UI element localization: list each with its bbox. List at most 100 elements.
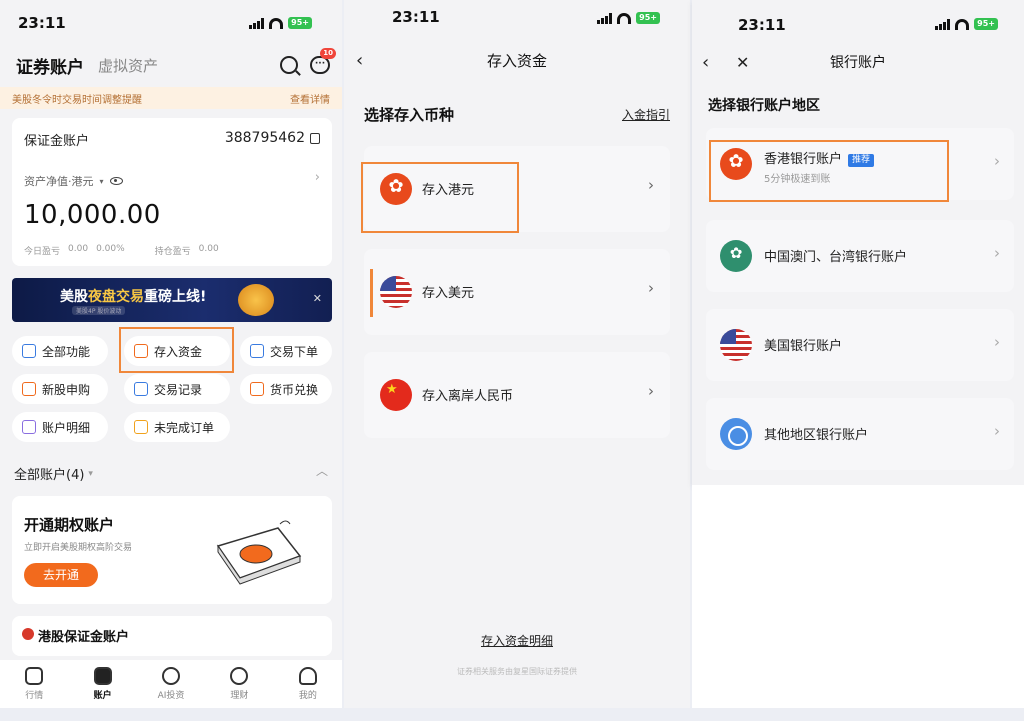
- wifi-icon: [617, 12, 632, 24]
- net-asset-value: 10,000.00: [24, 200, 161, 230]
- close-icon[interactable]: ✕: [313, 292, 322, 305]
- close-icon[interactable]: ✕: [736, 52, 749, 74]
- eye-icon[interactable]: [109, 177, 123, 185]
- all-accounts-toggle[interactable]: 全部账户(4) ▾: [14, 464, 93, 483]
- fn-trade[interactable]: 交易下单: [240, 336, 332, 366]
- currency-label: 存入离岸人民币: [422, 389, 514, 404]
- banner-title: 美股夜盘交易重磅上线!: [60, 286, 206, 306]
- currency-row-usd[interactable]: 存入美元 ›: [364, 249, 670, 335]
- today-pnl-value: 0.00: [68, 244, 89, 254]
- ipo-icon: [22, 382, 36, 396]
- trade-icon: [250, 344, 264, 358]
- copy-icon[interactable]: [310, 132, 320, 144]
- today-pnl-pct: 0.00%: [96, 244, 125, 254]
- deposit-highlight: [119, 327, 234, 373]
- back-arrow-icon[interactable]: ‹: [702, 52, 709, 74]
- notice-text: 美股冬令时交易时间调整提醒: [12, 94, 142, 106]
- fn-label: 货币兑换: [270, 382, 319, 397]
- tab-ai-invest[interactable]: AI投资: [137, 660, 205, 708]
- deposit-screen: 23:11 95+ ‹ 存入资金 选择存入币种 入金指引 存入港元 › 存入美元…: [344, 0, 690, 708]
- fn-exchange[interactable]: 货币兑换: [240, 374, 332, 404]
- wifi-icon: [269, 17, 284, 29]
- globe-icon: [720, 418, 752, 450]
- search-icon[interactable]: [280, 56, 298, 74]
- chevron-right-icon: ›: [994, 422, 1000, 440]
- chevron-right-icon[interactable]: ›: [315, 170, 320, 185]
- tab-me[interactable]: 我的: [274, 660, 342, 708]
- hold-pnl-label: 持仓盈亏: [154, 247, 191, 257]
- chevron-right-icon: ›: [994, 333, 1000, 351]
- fn-all-functions[interactable]: 全部功能: [12, 336, 108, 366]
- tab-market[interactable]: 行情: [0, 660, 68, 708]
- fn-label: 交易下单: [270, 344, 319, 359]
- bank-label: 中国澳门、台湾银行账户: [764, 250, 908, 265]
- open-options-button[interactable]: 去开通: [24, 563, 98, 587]
- us-flag-icon: [720, 329, 752, 361]
- bank-row-mo-tw[interactable]: 中国澳门、台湾银行账户 ›: [706, 220, 1014, 292]
- status-bar: 23:11 95+: [344, 0, 690, 34]
- status-time: 23:11: [18, 14, 66, 32]
- bank-row-other[interactable]: 其他地区银行账户 ›: [706, 398, 1014, 470]
- notice-bar[interactable]: 美股冬令时交易时间调整提醒 查看详情: [0, 87, 342, 109]
- grid-icon: [22, 344, 36, 358]
- status-time: 23:11: [738, 16, 786, 34]
- net-asset-label[interactable]: 资产净值·港元 ▾: [24, 173, 123, 189]
- fn-ipo[interactable]: 新股申购: [12, 374, 108, 404]
- status-icons: 95+: [935, 18, 998, 30]
- footer-note: 证券相关服务由复星国际证券提供: [457, 667, 577, 676]
- currency-row-cnh[interactable]: 存入离岸人民币 ›: [364, 352, 670, 438]
- options-card: 开通期权账户 立即开启美股期权高阶交易 去开通: [12, 496, 332, 604]
- back-arrow-icon[interactable]: ‹: [356, 50, 363, 72]
- fn-records[interactable]: 交易记录: [124, 374, 230, 404]
- fn-label: 账户明细: [42, 420, 91, 435]
- currency-label: 存入美元: [422, 286, 475, 301]
- coin-illustration: [238, 284, 274, 316]
- exchange-icon: [250, 382, 264, 396]
- bank-account-screen: 23:11 95+ ‹ ✕ 银行账户 选择银行账户地区 香港银行账户推荐 5分钟…: [692, 0, 1024, 485]
- fn-label: 新股申购: [42, 382, 91, 397]
- bank-row-us[interactable]: 美国银行账户 ›: [706, 309, 1014, 381]
- caret-down-icon: ▾: [88, 468, 93, 479]
- tab-account[interactable]: 账户: [68, 660, 136, 708]
- chevron-right-icon: ›: [994, 244, 1000, 262]
- nav-bar: ‹ ✕ 银行账户: [692, 52, 1024, 76]
- pnl-row: 今日盈亏 0.00 0.00% 持仓盈亏 0.00: [24, 244, 219, 257]
- banner-sub: 美股4P 股价波动: [72, 306, 126, 315]
- fn-label: 未完成订单: [154, 420, 215, 435]
- all-accounts-label: 全部账户(4): [14, 468, 85, 483]
- bank-label: 美国银行账户: [764, 339, 843, 354]
- page-title: 存入资金: [486, 52, 547, 70]
- wealth-icon: [230, 667, 249, 685]
- account-number: 388795462: [225, 130, 320, 146]
- tab-virtual-assets[interactable]: 虚拟资产: [98, 55, 158, 76]
- options-title: 开通期权账户: [24, 516, 115, 534]
- tab-wealth[interactable]: 理财: [205, 660, 273, 708]
- message-icon[interactable]: ··· 10: [310, 48, 336, 74]
- signal-icon: [249, 17, 265, 29]
- tab-label: 账户: [93, 691, 112, 701]
- chevron-right-icon: ›: [648, 382, 654, 400]
- tab-label: 行情: [25, 691, 44, 701]
- ai-icon: [162, 667, 181, 685]
- hk-flag-icon: [22, 628, 34, 640]
- orders-icon: [134, 420, 148, 434]
- nav-bar: ‹ 存入资金: [344, 50, 690, 74]
- chart-icon: [25, 667, 44, 685]
- promo-banner[interactable]: 美股夜盘交易重磅上线! 美股4P 股价波动 ✕: [12, 278, 332, 322]
- deposit-detail-link[interactable]: 存入资金明细: [344, 632, 690, 649]
- us-flag-icon: [380, 276, 412, 308]
- account-card: 保证金账户 388795462 资产净值·港元 ▾ › 10,000.00 今日盈…: [12, 118, 332, 266]
- hk-account-card[interactable]: 港股保证金账户: [12, 616, 332, 656]
- battery-icon: 95+: [288, 17, 312, 29]
- fn-account-detail[interactable]: 账户明细: [12, 412, 108, 442]
- fn-open-orders[interactable]: 未完成订单: [124, 412, 230, 442]
- chevron-up-icon[interactable]: ︿: [316, 462, 328, 479]
- notice-link[interactable]: 查看详情: [290, 91, 330, 106]
- account-screen: 23:11 95+ 证券账户 虚拟资产 ··· 10 美股冬令时交易时间调整提醒 …: [0, 0, 342, 708]
- tab-securities-account[interactable]: 证券账户: [16, 53, 84, 78]
- account-number-text: 388795462: [224, 130, 305, 146]
- options-illustration: [216, 520, 302, 585]
- fn-label: 全部功能: [42, 344, 91, 359]
- deposit-guide-link[interactable]: 入金指引: [622, 106, 670, 123]
- signal-icon: [935, 18, 951, 30]
